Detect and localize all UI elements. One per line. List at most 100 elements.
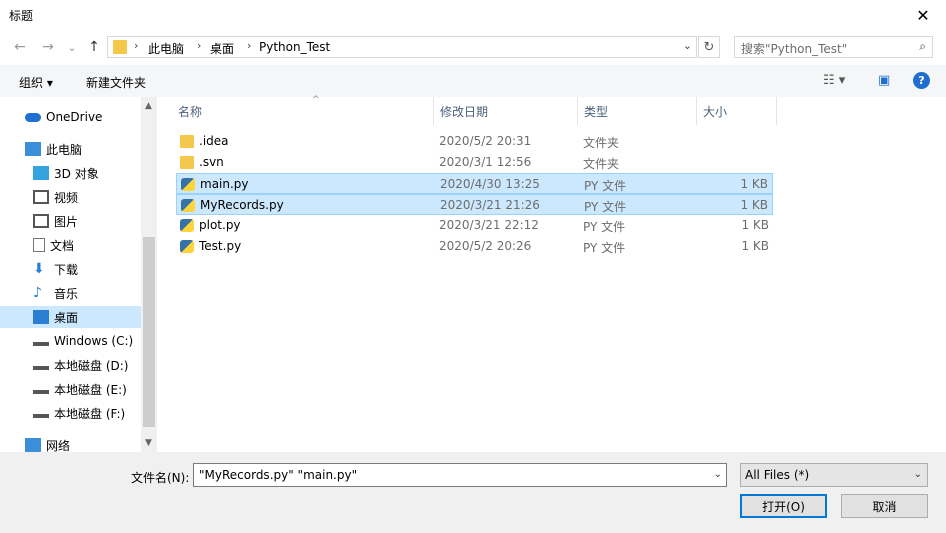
search-input[interactable]: 搜索"Python_Test" ⌕ (734, 36, 933, 58)
sidebar-item-videos[interactable]: 视频 (0, 186, 141, 208)
sidebar-item-drive-f[interactable]: 本地磁盘 (F:) (0, 402, 141, 424)
drive-icon (33, 360, 49, 370)
sidebar-item-label: 本地磁盘 (E:) (54, 382, 127, 397)
sidebar-item-label: OneDrive (46, 110, 103, 124)
sidebar-item-onedrive[interactable]: OneDrive (0, 106, 141, 128)
search-icon[interactable]: ⌕ (919, 39, 926, 54)
filetype-select[interactable]: All Files (*) ⌄ (740, 463, 928, 487)
sidebar-item-label: 图片 (54, 214, 79, 229)
python-file-icon (181, 178, 195, 191)
column-header-label: 类型 (584, 104, 609, 119)
file-type: 文件夹 (583, 136, 620, 150)
scroll-up-icon[interactable]: ▲ (145, 101, 152, 111)
breadcrumb-separator-icon[interactable]: › (197, 39, 201, 52)
video-icon (33, 190, 49, 204)
breadcrumb-separator-icon[interactable]: › (247, 39, 251, 52)
title-bar: 标题 ✕ (0, 0, 946, 31)
column-header-size[interactable]: 大小 (697, 97, 777, 125)
file-date: 2020/4/30 13:25 (440, 177, 540, 191)
file-date: 2020/3/1 12:56 (439, 155, 532, 169)
file-name: .svn (199, 155, 224, 169)
window-title: 标题 (9, 9, 34, 23)
download-icon: ⬇ (33, 261, 45, 277)
python-file-icon (180, 219, 194, 232)
file-type: PY 文件 (583, 220, 626, 234)
breadcrumb-python-test[interactable]: Python_Test (259, 40, 330, 54)
sidebar-item-label: 下载 (54, 262, 79, 277)
recent-locations-icon[interactable]: ⌄ (62, 37, 82, 57)
folder-icon (113, 40, 127, 54)
sidebar-item-desktop[interactable]: 桌面 (0, 306, 141, 328)
file-size: 1 KB (741, 218, 769, 232)
document-icon (33, 238, 45, 252)
file-date: 2020/5/2 20:31 (439, 134, 532, 148)
cloud-icon (25, 112, 41, 122)
sidebar-item-3d-objects[interactable]: 3D 对象 (0, 162, 141, 184)
column-header-label: 大小 (703, 104, 728, 119)
scroll-down-icon[interactable]: ▼ (145, 438, 152, 448)
view-options-icon[interactable]: ☷ ▾ (823, 73, 845, 88)
scrollbar-thumb[interactable] (143, 237, 155, 427)
cancel-button[interactable]: 取消 (841, 494, 928, 518)
chevron-down-icon[interactable]: ⌄ (714, 469, 722, 480)
column-header-label: 修改日期 (440, 104, 489, 119)
filename-input[interactable]: "MyRecords.py" "main.py" ⌄ (193, 463, 727, 487)
breadcrumb-this-pc[interactable]: 此电脑 (148, 40, 184, 57)
column-header-type[interactable]: 类型 (578, 97, 697, 125)
sidebar-item-label: Windows (C:) (54, 334, 134, 348)
file-row[interactable]: .svn 2020/3/1 12:56 文件夹 (176, 152, 773, 173)
refresh-icon[interactable]: ↻ (698, 36, 720, 58)
file-row[interactable]: MyRecords.py 2020/3/21 21:26 PY 文件 1 KB (176, 194, 773, 215)
up-arrow-icon[interactable]: ↑ (84, 37, 104, 57)
file-size: 1 KB (740, 198, 768, 212)
sidebar-item-drive-e[interactable]: 本地磁盘 (E:) (0, 378, 141, 400)
sidebar-item-music[interactable]: ♪ 音乐 (0, 282, 141, 304)
close-icon[interactable]: ✕ (900, 0, 946, 31)
sidebar-item-drive-c[interactable]: Windows (C:) (0, 330, 141, 352)
navigation-bar: ← → ⌄ ↑ › 此电脑 › 桌面 › Python_Test ⌄ ↻ 搜索"… (0, 31, 946, 63)
dialog-footer: 文件名(N): "MyRecords.py" "main.py" ⌄ All F… (0, 452, 946, 533)
drive-icon (33, 408, 49, 418)
sidebar-item-pictures[interactable]: 图片 (0, 210, 141, 232)
breadcrumb-separator-icon[interactable]: › (134, 39, 138, 52)
music-icon: ♪ (33, 285, 42, 301)
address-bar[interactable]: › 此电脑 › 桌面 › Python_Test ⌄ (107, 36, 697, 58)
filename-label: 文件名(N): (131, 471, 190, 485)
file-row[interactable]: .idea 2020/5/2 20:31 文件夹 (176, 131, 773, 152)
file-row[interactable]: main.py 2020/4/30 13:25 PY 文件 1 KB (176, 173, 773, 194)
command-toolbar: 组织 ▾ 新建文件夹 ☷ ▾ ▣ ? (0, 65, 946, 97)
filename-value: "MyRecords.py" "main.py" (199, 468, 358, 482)
breadcrumb-desktop[interactable]: 桌面 (210, 40, 234, 57)
file-date: 2020/3/21 21:26 (440, 198, 540, 212)
search-placeholder: 搜索"Python_Test" (741, 42, 848, 56)
organize-button[interactable]: 组织 ▾ (19, 74, 53, 91)
sidebar-item-drive-d[interactable]: 本地磁盘 (D:) (0, 354, 141, 376)
drive-icon (33, 384, 49, 394)
file-type: PY 文件 (584, 179, 627, 193)
sidebar-item-documents[interactable]: 文档 (0, 234, 141, 256)
sidebar-scrollbar[interactable]: ▲ ▼ (141, 97, 157, 452)
column-header-date[interactable]: 修改日期 (434, 97, 578, 125)
file-size: 1 KB (741, 239, 769, 253)
cube-icon (33, 166, 49, 180)
filetype-value: All Files (*) (745, 468, 810, 482)
file-type: PY 文件 (583, 241, 626, 255)
column-header-name[interactable]: 名称 ^ (172, 95, 434, 125)
help-icon[interactable]: ? (913, 72, 930, 89)
file-name: .idea (199, 134, 229, 148)
sidebar-item-this-pc[interactable]: 此电脑 (0, 138, 141, 160)
chevron-down-icon[interactable]: ⌄ (683, 39, 692, 52)
chevron-down-icon[interactable]: ⌄ (914, 469, 922, 480)
sidebar-item-label: 文档 (50, 238, 75, 253)
open-button[interactable]: 打开(O) (740, 494, 827, 518)
picture-icon (33, 214, 49, 228)
back-arrow-icon[interactable]: ← (10, 37, 30, 57)
new-folder-button[interactable]: 新建文件夹 (86, 74, 146, 91)
sidebar-item-downloads[interactable]: ⬇ 下载 (0, 258, 141, 280)
preview-pane-icon[interactable]: ▣ (878, 73, 890, 88)
forward-arrow-icon[interactable]: → (38, 37, 58, 57)
file-row[interactable]: plot.py 2020/3/21 22:12 PY 文件 1 KB (176, 215, 773, 236)
file-row[interactable]: Test.py 2020/5/2 20:26 PY 文件 1 KB (176, 236, 773, 257)
file-type: 文件夹 (583, 157, 620, 171)
sidebar-item-label: 3D 对象 (54, 166, 99, 181)
